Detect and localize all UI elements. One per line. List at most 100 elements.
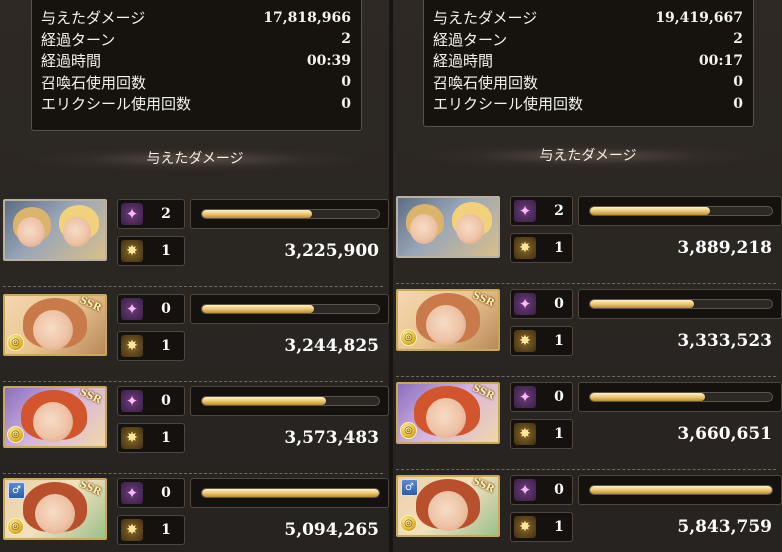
summary-value: 2 xyxy=(733,31,743,48)
charge-attack-star-icon: ✦ xyxy=(121,203,143,225)
skill-burst-icon: ✸ xyxy=(121,240,143,262)
skill-counter: ✸ 1 xyxy=(510,512,573,542)
character-damage: 3,244,825 xyxy=(284,336,379,356)
skill-counter: ✸ 1 xyxy=(510,233,573,263)
charge-attack-counter: ✦ 0 xyxy=(117,294,185,324)
summary-value: 00:17 xyxy=(698,52,743,69)
character-row: SSR ◎ ✦ 0 ✸ 1 3,660,651 xyxy=(393,382,782,470)
summary-label: 経過時間 xyxy=(41,52,102,71)
element-badge-icon: ◎ xyxy=(7,518,24,535)
skill-count: 1 xyxy=(554,519,564,535)
summary-value: 0 xyxy=(341,74,351,91)
skill-counter: ✸ 1 xyxy=(117,423,185,453)
summary-label: 召喚石使用回数 xyxy=(433,73,539,92)
damage-bar-fill xyxy=(590,393,705,401)
damage-bar-fill xyxy=(202,397,326,405)
summary-row-time: 経過時間 00:17 xyxy=(433,50,743,72)
damage-bar-track xyxy=(589,299,773,309)
summary-value: 17,818,966 xyxy=(263,9,351,26)
class-badge-icon: ♂ xyxy=(401,479,418,496)
damage-bar-track xyxy=(201,488,380,498)
damage-bar xyxy=(190,294,389,324)
row-divider xyxy=(3,286,383,287)
damage-bar xyxy=(578,289,782,319)
element-badge-icon: ◎ xyxy=(7,334,24,351)
row-divider xyxy=(396,376,776,377)
damage-bar-fill xyxy=(590,300,694,308)
character-portrait: SSR ♂ ◎ xyxy=(3,478,107,540)
damage-bar-fill xyxy=(202,210,312,218)
element-badge-icon: ◎ xyxy=(400,329,417,346)
charge-attack-counter: ✦ 2 xyxy=(510,196,573,226)
skill-counter: ✸ 1 xyxy=(117,515,185,545)
summary-label: 与えたダメージ xyxy=(41,9,146,28)
summary-value: 0 xyxy=(733,95,743,112)
section-title-damage: 与えたダメージ xyxy=(413,143,763,169)
skill-burst-icon: ✸ xyxy=(514,237,536,259)
charge-attack-count: 0 xyxy=(554,482,564,498)
skill-counter: ✸ 1 xyxy=(510,326,573,356)
charge-attack-counter: ✦ 0 xyxy=(117,386,185,416)
skill-count: 1 xyxy=(554,333,564,349)
charge-attack-counter: ✦ 2 xyxy=(117,199,185,229)
charge-attack-count: 0 xyxy=(554,296,564,312)
damage-bar-track xyxy=(201,396,380,406)
summary-value: 19,419,667 xyxy=(655,9,743,26)
charge-attack-counter: ✦ 0 xyxy=(510,382,573,412)
character-portrait xyxy=(3,199,107,261)
damage-bar-track xyxy=(201,304,380,314)
row-divider xyxy=(396,469,776,470)
character-row: SSR ◎ ✦ 0 ✸ 1 3,333,523 xyxy=(393,289,782,377)
summary-row-summons: 召喚石使用回数 0 xyxy=(433,72,743,94)
skill-burst-icon: ✸ xyxy=(121,519,143,541)
skill-count: 1 xyxy=(161,430,171,446)
character-damage: 3,889,218 xyxy=(677,238,772,258)
charge-attack-count: 0 xyxy=(161,393,171,409)
character-portrait: SSR ◎ xyxy=(396,289,500,351)
damage-bar-fill xyxy=(590,207,711,215)
character-damage: 3,225,900 xyxy=(284,241,379,261)
damage-bar xyxy=(578,475,782,505)
summary-value: 0 xyxy=(341,95,351,112)
skill-count: 1 xyxy=(161,338,171,354)
damage-bar-fill xyxy=(202,489,379,497)
character-row: ✦ 2 ✸ 1 3,225,900 xyxy=(0,199,389,287)
element-badge-icon: ◎ xyxy=(400,422,417,439)
section-title-damage: 与えたダメージ xyxy=(20,146,370,172)
row-divider xyxy=(396,283,776,284)
skill-counter: ✸ 1 xyxy=(117,331,185,361)
damage-bar-track xyxy=(589,206,773,216)
summary-label: エリクシール使用回数 xyxy=(41,95,192,114)
skill-count: 1 xyxy=(554,240,564,256)
character-portrait: SSR ◎ xyxy=(396,382,500,444)
charge-attack-star-icon: ✦ xyxy=(514,293,536,315)
skill-burst-icon: ✸ xyxy=(514,330,536,352)
summary-label: 召喚石使用回数 xyxy=(41,73,147,92)
summary-row-damage: 与えたダメージ 19,419,667 xyxy=(433,7,743,29)
summary-row-turns: 経過ターン 2 xyxy=(433,29,743,51)
charge-attack-counter: ✦ 0 xyxy=(510,475,573,505)
summary-row-damage: 与えたダメージ 17,818,966 xyxy=(41,7,351,29)
battle-summary: 与えたダメージ 19,419,667 経過ターン 2 経過時間 00:17 召喚石使用… xyxy=(423,0,754,127)
character-portrait: SSR ◎ xyxy=(3,386,107,448)
summary-label: 経過ターン xyxy=(433,30,508,49)
skill-burst-icon: ✸ xyxy=(514,516,536,538)
charge-attack-star-icon: ✦ xyxy=(514,200,536,222)
summary-row-elixirs: エリクシール使用回数 0 xyxy=(41,93,351,115)
summary-row-elixirs: エリクシール使用回数 0 xyxy=(433,93,743,115)
charge-attack-count: 0 xyxy=(161,485,171,501)
summary-value: 2 xyxy=(341,31,351,48)
row-divider xyxy=(3,473,383,474)
charge-attack-star-icon: ✦ xyxy=(121,390,143,412)
damage-bar xyxy=(190,386,389,416)
charge-attack-count: 2 xyxy=(554,203,564,219)
character-row: SSR ◎ ✦ 0 ✸ 1 3,244,825 xyxy=(0,294,389,382)
character-damage: 5,094,265 xyxy=(284,520,379,540)
damage-bar-track xyxy=(589,392,773,402)
result-panel-right: 与えたダメージ 19,419,667 経過ターン 2 経過時間 00:17 召喚石使用… xyxy=(393,0,782,552)
summary-value: 0 xyxy=(733,74,743,91)
skill-counter: ✸ 1 xyxy=(117,236,185,266)
charge-attack-count: 0 xyxy=(554,389,564,405)
charge-attack-star-icon: ✦ xyxy=(514,386,536,408)
damage-bar xyxy=(190,199,389,229)
